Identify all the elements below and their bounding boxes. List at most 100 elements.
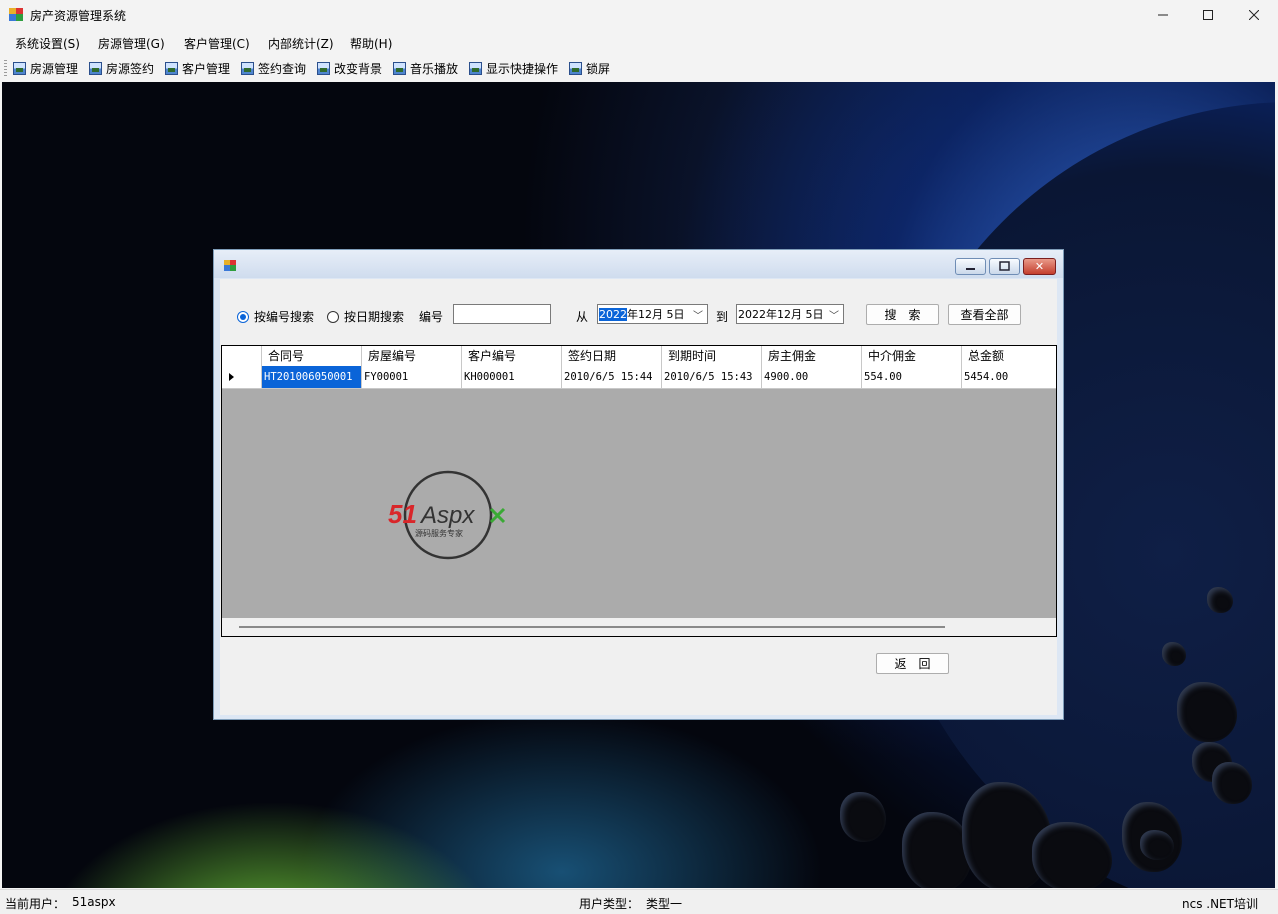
dialog-app-icon (224, 260, 236, 271)
asteroid (1212, 762, 1252, 804)
current-row-arrow-icon (229, 373, 234, 381)
picture-icon (317, 61, 330, 75)
dialog-close-button[interactable]: ✕ (1023, 258, 1056, 275)
column-header[interactable]: 合同号 (262, 346, 362, 366)
51aspx-watermark-logo: 51 Aspx 源码服务专家 (388, 470, 506, 560)
cell-total[interactable]: 5454.00 (962, 366, 1056, 388)
toolbar-music-play[interactable]: 音乐播放 (393, 60, 458, 76)
cell-customer-no[interactable]: KH000001 (462, 366, 562, 388)
toolbar-property-signing[interactable]: 房源签约 (89, 60, 154, 76)
status-bar: 当前用户： 51aspx 用户类型： 类型一 ncs .NET培训 (0, 889, 1278, 914)
logo-tagline: 源码服务专家 (415, 528, 463, 538)
menu-system-settings[interactable]: 系统设置(S) (15, 35, 80, 52)
from-label: 从 (576, 310, 589, 324)
grid-header: 合同号 房屋编号 客户编号 签约日期 到期时间 房主佣金 中介佣金 总金额 (222, 346, 1056, 367)
toolbar-grip[interactable] (4, 60, 7, 76)
current-user-value: 51aspx (72, 895, 116, 909)
current-user-label: 当前用户： (5, 897, 66, 911)
toolbar-lock-screen[interactable]: 锁屏 (569, 60, 610, 76)
radio-search-by-number[interactable]: 按编号搜索 (237, 308, 314, 325)
toolbar-property-management[interactable]: 房源管理 (13, 60, 78, 76)
dialog-minimize-button[interactable] (955, 258, 986, 275)
picture-icon (469, 61, 482, 75)
asteroid (1140, 830, 1174, 860)
back-button[interactable]: 返 回 (876, 653, 949, 674)
picture-icon (89, 61, 102, 75)
column-header[interactable]: 签约日期 (562, 346, 662, 366)
logo-brand-dark: Aspx (419, 502, 475, 529)
user-type-label: 用户类型： (579, 897, 640, 911)
to-label: 到 (716, 310, 729, 324)
toolbar-show-shortcuts[interactable]: 显示快捷操作 (469, 60, 558, 76)
asteroid (1162, 642, 1186, 666)
close-icon (1249, 10, 1259, 20)
picture-icon (393, 61, 406, 75)
row-header[interactable] (222, 366, 262, 388)
minimize-button[interactable] (1140, 0, 1186, 30)
cell-agent-commission[interactable]: 554.00 (862, 366, 962, 388)
asteroid (840, 792, 886, 842)
to-date-value: 2022年12月 5日 (738, 308, 824, 321)
table-row[interactable]: HT201006050001 FY00001 KH000001 2010/6/5… (222, 366, 1056, 389)
cell-house-no[interactable]: FY00001 (362, 366, 462, 388)
cell-contract-no[interactable]: HT201006050001 (262, 366, 362, 388)
column-header[interactable]: 到期时间 (662, 346, 762, 366)
grid-horizontal-scrollbar[interactable] (222, 618, 1056, 636)
toolbar-customer-management[interactable]: 客户管理 (165, 60, 230, 76)
number-input[interactable] (453, 304, 551, 324)
menu-internal-statistics[interactable]: 内部统计(Z) (268, 35, 334, 52)
logo-brand-red: 51 (388, 499, 417, 529)
number-label: 编号 (419, 310, 444, 324)
status-right-text: ncs .NET培训 (1182, 897, 1258, 911)
dialog-titlebar: ✕ (214, 250, 1063, 278)
radio-unchecked-icon (327, 310, 339, 323)
cell-expire-time[interactable]: 2010/6/5 15:43 (662, 366, 762, 388)
search-button[interactable]: 搜 索 (866, 304, 939, 325)
view-all-button[interactable]: 查看全部 (948, 304, 1021, 325)
row-header-corner (222, 346, 262, 366)
menu-customer-management[interactable]: 客户管理(C) (184, 35, 250, 52)
toolbar-change-background[interactable]: 改变背景 (317, 60, 382, 76)
restore-icon (999, 261, 1010, 271)
picture-icon (569, 61, 582, 75)
column-header[interactable]: 房屋编号 (362, 346, 462, 366)
contract-grid[interactable]: 合同号 房屋编号 客户编号 签约日期 到期时间 房主佣金 中介佣金 总金额 HT… (221, 345, 1057, 637)
window-title: 房产资源管理系统 (30, 9, 127, 23)
asteroid (1207, 587, 1233, 613)
cell-sign-date[interactable]: 2010/6/5 15:44 (562, 366, 662, 388)
toolbar-signing-query[interactable]: 签约查询 (241, 60, 306, 76)
user-type-value: 类型一 (646, 897, 683, 911)
from-date-picker[interactable]: 2022 年12月 5日 ﹀ (597, 304, 708, 324)
picture-icon (241, 61, 254, 75)
dialog-restore-button[interactable] (989, 258, 1020, 275)
from-date-year: 2022 (599, 307, 627, 321)
contract-query-dialog: ✕ 按编号搜索 按日期搜索 编号 从 2022 年12月 5日 ﹀ 到 2022年… (213, 249, 1064, 720)
column-header[interactable]: 房主佣金 (762, 346, 862, 366)
maximize-button[interactable] (1185, 0, 1231, 30)
picture-icon (165, 61, 178, 75)
minimize-icon (1158, 14, 1168, 16)
column-header[interactable]: 中介佣金 (862, 346, 962, 366)
toolbar: 房源管理 房源签约 客户管理 签约查询 改变背景 音乐播放 显示快捷操作 锁屏 (0, 56, 1278, 80)
chevron-down-icon[interactable]: ﹀ (829, 307, 839, 322)
menu-property-management[interactable]: 房源管理(G) (98, 35, 165, 52)
dialog-body: 按编号搜索 按日期搜索 编号 从 2022 年12月 5日 ﹀ 到 2022年12… (220, 279, 1057, 715)
picture-icon (13, 61, 26, 75)
column-header[interactable]: 客户编号 (462, 346, 562, 366)
menu-bar: 系统设置(S) 房源管理(G) 客户管理(C) 内部统计(Z) 帮助(H) (0, 32, 1278, 54)
minimize-icon (966, 268, 975, 270)
close-icon: ✕ (1034, 260, 1045, 273)
radio-checked-icon (237, 310, 249, 323)
close-button[interactable] (1231, 0, 1277, 30)
radio-search-by-date[interactable]: 按日期搜索 (327, 308, 404, 325)
window-titlebar: 房产资源管理系统 (0, 0, 1278, 30)
cell-owner-commission[interactable]: 4900.00 (762, 366, 862, 388)
to-date-picker[interactable]: 2022年12月 5日 ﹀ (736, 304, 844, 324)
column-header[interactable]: 总金额 (962, 346, 1056, 366)
menu-help[interactable]: 帮助(H) (350, 35, 392, 52)
from-date-rest: 年12月 5日 (627, 308, 685, 321)
scrollbar-thumb[interactable] (239, 626, 945, 628)
maximize-icon (1203, 10, 1213, 20)
app-icon (9, 8, 23, 21)
chevron-down-icon[interactable]: ﹀ (693, 307, 703, 322)
